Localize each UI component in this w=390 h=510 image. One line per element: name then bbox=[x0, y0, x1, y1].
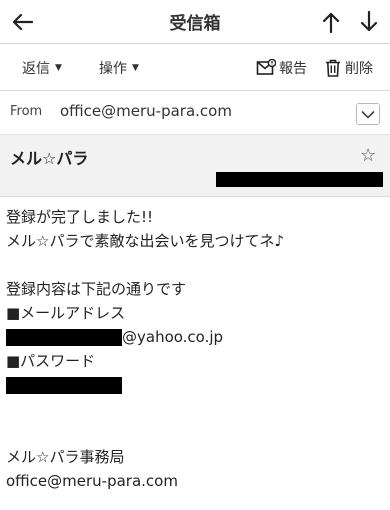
email-line: @yahoo.co.jp bbox=[6, 326, 223, 348]
mail-subject-area: メル☆パラ ☆ bbox=[0, 135, 390, 197]
arrow-up-icon bbox=[322, 12, 340, 33]
redacted-email-block bbox=[6, 329, 122, 346]
reply-label: 返信 bbox=[22, 61, 50, 77]
top-bar: 受信箱 bbox=[0, 0, 390, 44]
body-line: メル☆パラ事務局 bbox=[6, 448, 125, 466]
body-link[interactable]: office@meru-para.com bbox=[6, 470, 178, 492]
body-line: 登録内容は下記の通りです bbox=[6, 280, 187, 298]
reply-button[interactable]: 返信 ▼ bbox=[22, 57, 62, 79]
redacted-date-block bbox=[216, 172, 383, 187]
password-line bbox=[6, 374, 122, 396]
from-address[interactable]: office@meru-para.com bbox=[60, 102, 232, 120]
email-domain: @yahoo.co.jp bbox=[122, 328, 224, 346]
report-label: 報告 bbox=[279, 61, 307, 77]
body-line: ■メールアドレス bbox=[6, 304, 126, 322]
operations-label: 操作 bbox=[99, 61, 127, 77]
expand-header-button[interactable] bbox=[356, 103, 380, 125]
mail-toolbar: 返信 ▼ 操作 ▼ 報告 削除 bbox=[0, 44, 390, 91]
redacted-password-block bbox=[6, 377, 122, 394]
next-mail-button[interactable] bbox=[354, 6, 384, 38]
caret-down-icon: ▼ bbox=[132, 63, 139, 73]
star-icon[interactable]: ☆ bbox=[360, 145, 376, 166]
body-line: 登録が完了しました!! bbox=[6, 208, 154, 226]
report-mail-icon bbox=[256, 59, 276, 75]
delete-label: 削除 bbox=[345, 61, 373, 77]
caret-down-icon: ▼ bbox=[55, 63, 62, 73]
body-line: メル☆パラで素敵な出会いを見つけてネ♪ bbox=[6, 232, 285, 250]
chevron-down-icon bbox=[361, 110, 375, 119]
from-row: From office@meru-para.com bbox=[0, 91, 390, 135]
from-label: From bbox=[10, 104, 43, 119]
operations-button[interactable]: 操作 ▼ bbox=[99, 57, 139, 79]
previous-mail-button[interactable] bbox=[316, 6, 346, 38]
trash-icon bbox=[326, 59, 340, 77]
arrow-down-icon bbox=[360, 11, 378, 32]
body-line: ■パスワード bbox=[6, 352, 96, 370]
report-button[interactable]: 報告 bbox=[256, 57, 307, 79]
delete-button[interactable]: 削除 bbox=[324, 57, 373, 79]
sender-name: メル☆パラ bbox=[10, 149, 89, 168]
